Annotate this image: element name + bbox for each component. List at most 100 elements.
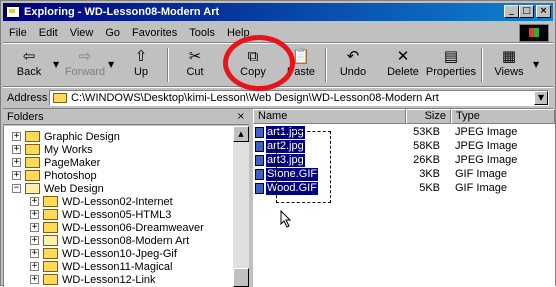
- expand-icon[interactable]: +: [12, 171, 21, 180]
- folder-icon: [43, 248, 58, 259]
- cut-button[interactable]: ✂ Cut: [173, 46, 217, 84]
- back-dropdown-icon[interactable]: ▼: [53, 60, 59, 69]
- tree-item[interactable]: + WD-Lesson05-HTML3: [30, 208, 171, 221]
- minimize-button[interactable]: _: [504, 5, 519, 18]
- folder-icon: [25, 170, 40, 181]
- column-header-size[interactable]: Size: [406, 109, 451, 124]
- tree-item-label: WD-Lesson12-Link: [62, 273, 156, 286]
- folders-pane: Folders × + Graphic Design + My Works + …: [3, 109, 249, 287]
- tree-item-label: WD-Lesson06-Dreamweaver: [62, 221, 204, 234]
- tree-item[interactable]: + Graphic Design: [12, 130, 120, 143]
- folder-icon: [43, 261, 58, 272]
- views-dropdown-icon[interactable]: ▼: [533, 60, 539, 69]
- expand-icon[interactable]: +: [30, 236, 39, 245]
- expand-icon[interactable]: +: [30, 223, 39, 232]
- views-button[interactable]: ▦ Views: [487, 46, 531, 84]
- folders-close-icon[interactable]: ×: [237, 111, 245, 122]
- back-button[interactable]: ⇦ Back: [7, 46, 51, 84]
- tree-item-label: Photoshop: [44, 169, 97, 182]
- views-label: Views: [494, 66, 524, 78]
- expand-icon[interactable]: +: [30, 210, 39, 219]
- expand-icon[interactable]: +: [30, 197, 39, 206]
- file-type: JPEG Image: [455, 154, 518, 166]
- folders-title: Folders: [7, 110, 44, 123]
- toolbar-separator: [167, 48, 169, 82]
- folders-header: Folders ×: [3, 109, 249, 125]
- folder-up-icon: ⇧: [134, 47, 148, 65]
- close-button[interactable]: ×: [536, 5, 551, 18]
- tree-item-label: PageMaker: [44, 156, 101, 169]
- scroll-up-icon[interactable]: ▲: [233, 126, 249, 142]
- forward-arrow-icon: ⇨: [78, 47, 92, 65]
- undo-icon: ↶: [346, 47, 360, 65]
- scissors-icon: ✂: [188, 47, 202, 65]
- back-label: Back: [16, 66, 42, 78]
- expand-icon[interactable]: +: [12, 158, 21, 167]
- delete-button[interactable]: ✕ Delete: [381, 46, 425, 84]
- address-bar: Address C:\WINDOWS\Desktop\kimi-Lesson\W…: [3, 87, 553, 109]
- column-header-type[interactable]: Type: [451, 109, 555, 124]
- menu-go[interactable]: Go: [99, 27, 126, 39]
- properties-icon: ▤: [443, 47, 459, 65]
- tree-item[interactable]: + WD-Lesson11-Magical: [30, 260, 172, 273]
- scroll-thumb[interactable]: [233, 268, 249, 287]
- tree-item[interactable]: + WD-Lesson10-Jpeg-Gif: [30, 247, 177, 260]
- address-dropdown-icon[interactable]: ▼: [534, 91, 548, 105]
- expand-icon[interactable]: +: [30, 262, 39, 271]
- address-value: C:\WINDOWS\Desktop\kimi-Lesson\Web Desig…: [71, 92, 439, 104]
- folder-icon: [43, 196, 58, 207]
- undo-button[interactable]: ↶ Undo: [331, 46, 375, 84]
- tree-item[interactable]: + PageMaker: [12, 156, 100, 169]
- menu-favorites[interactable]: Favorites: [126, 27, 183, 39]
- file-type: JPEG Image: [455, 140, 518, 152]
- explorer-window: Exploring - WD-Lesson08-Modern Art _ □ ×…: [0, 0, 556, 287]
- forward-dropdown-icon[interactable]: ▼: [108, 60, 114, 69]
- tree-item-label: WD-Lesson02-Internet: [62, 195, 173, 208]
- tree-item-label: Web Design: [44, 182, 104, 195]
- windows-logo-icon: [519, 24, 549, 42]
- undo-label: Undo: [339, 66, 367, 78]
- expand-icon[interactable]: +: [12, 132, 21, 141]
- forward-label: Forward: [64, 66, 106, 78]
- menu-edit[interactable]: Edit: [33, 27, 64, 39]
- tree-item-label: My Works: [44, 143, 93, 156]
- tree-item[interactable]: + WD-Lesson12-Link: [30, 273, 156, 286]
- address-field[interactable]: C:\WINDOWS\Desktop\kimi-Lesson\Web Desig…: [49, 90, 549, 106]
- toolbar-separator: [481, 48, 483, 82]
- tree-item-label: WD-Lesson08-Modern Art: [62, 234, 190, 247]
- collapse-icon[interactable]: −: [12, 184, 21, 193]
- folder-icon: [25, 157, 40, 168]
- expand-icon[interactable]: +: [30, 275, 39, 284]
- up-label: Up: [133, 66, 149, 78]
- properties-label: Properties: [425, 66, 477, 78]
- tree-item[interactable]: + My Works: [12, 143, 93, 156]
- tree-item-label: WD-Lesson05-HTML3: [62, 208, 172, 221]
- menu-view[interactable]: View: [64, 27, 100, 39]
- address-label: Address: [7, 92, 48, 104]
- folder-icon: [53, 93, 67, 103]
- expand-icon[interactable]: +: [12, 145, 21, 154]
- title-bar[interactable]: Exploring - WD-Lesson08-Modern Art _ □ ×: [3, 3, 553, 21]
- jpeg-file-icon: [255, 127, 264, 138]
- tree-item[interactable]: − Web Design: [12, 182, 104, 195]
- window-title: Exploring - WD-Lesson08-Modern Art: [24, 6, 220, 18]
- maximize-button[interactable]: □: [519, 5, 534, 18]
- menu-tools[interactable]: Tools: [183, 27, 221, 39]
- forward-button[interactable]: ⇨ Forward: [63, 46, 107, 84]
- menu-file[interactable]: File: [3, 27, 33, 39]
- explorer-app-icon[interactable]: [6, 6, 20, 18]
- column-header-name[interactable]: Name: [253, 109, 406, 124]
- tree-item[interactable]: + WD-Lesson06-Dreamweaver: [30, 221, 204, 234]
- folder-icon: [43, 222, 58, 233]
- properties-button[interactable]: ▤ Properties: [425, 46, 477, 84]
- folders-scrollbar[interactable]: ▲: [233, 126, 249, 287]
- tree-item[interactable]: + WD-Lesson02-Internet: [30, 195, 173, 208]
- expand-icon[interactable]: +: [30, 249, 39, 258]
- gif-file-icon: [255, 169, 264, 180]
- tree-item[interactable]: + WD-Lesson08-Modern Art: [30, 234, 189, 247]
- up-button[interactable]: ⇧ Up: [119, 46, 163, 84]
- tree-item[interactable]: + Photoshop: [12, 169, 97, 182]
- highlight-circle: [223, 35, 295, 91]
- gif-file-icon: [255, 183, 264, 194]
- folder-icon: [43, 274, 58, 285]
